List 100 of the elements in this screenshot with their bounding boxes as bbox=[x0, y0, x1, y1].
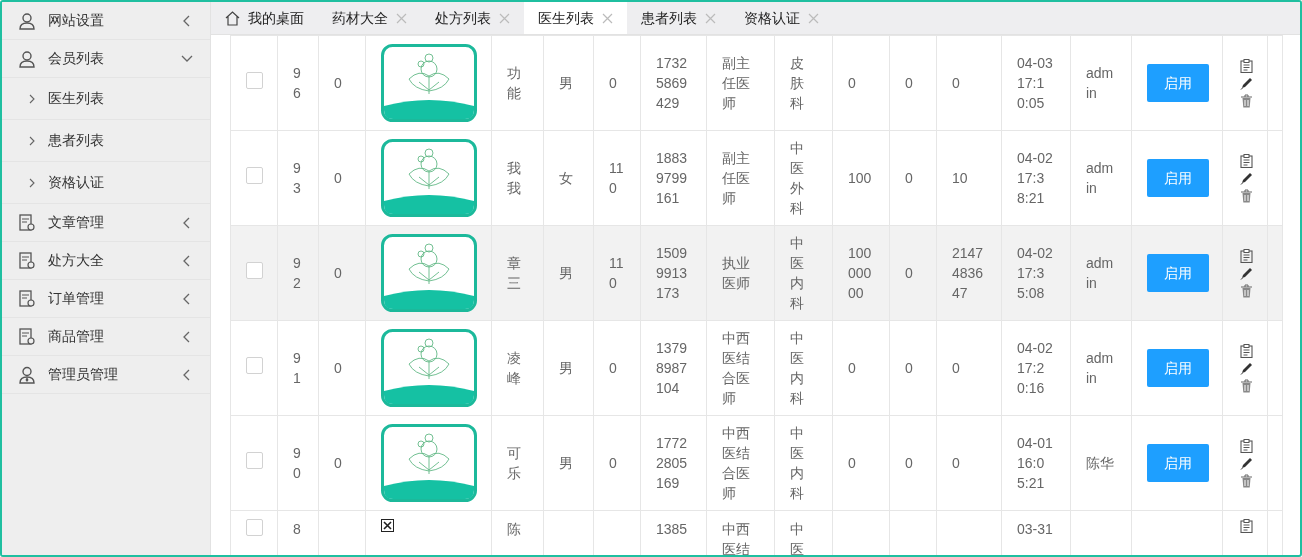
clipboard-icon[interactable] bbox=[1239, 58, 1253, 73]
table-cell: 陈华 bbox=[1086, 455, 1114, 471]
table-cell: 男 bbox=[559, 75, 573, 91]
table-cell: 凌峰 bbox=[507, 350, 521, 386]
tab[interactable]: 处方列表 bbox=[421, 2, 524, 34]
checkbox[interactable] bbox=[246, 167, 263, 184]
pencil-icon[interactable] bbox=[1239, 266, 1253, 280]
table-cell: admin bbox=[1086, 160, 1114, 196]
table-cell: 副主任医师 bbox=[722, 55, 750, 111]
table-cell: 17722805169 bbox=[656, 435, 688, 491]
sidebar-item[interactable]: 商品管理 bbox=[2, 318, 210, 356]
table-cell: 96 bbox=[293, 65, 301, 101]
table-cell: 0 bbox=[952, 360, 960, 376]
clipboard-icon[interactable] bbox=[1239, 248, 1253, 263]
checkbox[interactable] bbox=[246, 357, 263, 374]
table-cell: 04-02 17:20:16 bbox=[1017, 340, 1053, 396]
table-cell: 功能 bbox=[507, 65, 521, 101]
sidebar-item[interactable]: 文章管理 bbox=[2, 204, 210, 242]
table-cell: 0 bbox=[952, 455, 960, 471]
table-cell: 18839799161 bbox=[656, 150, 688, 206]
table-cell: 15099913173 bbox=[656, 245, 688, 301]
table-cell: 0 bbox=[334, 75, 342, 91]
table-cell: 0 bbox=[905, 75, 913, 91]
pencil-icon[interactable] bbox=[1239, 456, 1253, 470]
sidebar-item[interactable]: 订单管理 bbox=[2, 280, 210, 318]
document-icon bbox=[18, 251, 36, 270]
table-cell: admin bbox=[1086, 350, 1114, 386]
table-cell: 0 bbox=[334, 360, 342, 376]
table-cell: 0 bbox=[952, 75, 960, 91]
table-cell: 男 bbox=[559, 360, 573, 376]
table-cell: 可乐 bbox=[507, 445, 521, 481]
document-icon bbox=[18, 327, 36, 346]
table-cell: 0 bbox=[334, 265, 342, 281]
table-cell: 中医内科 bbox=[790, 330, 804, 406]
sidebar-item[interactable]: 网站设置 bbox=[2, 2, 210, 40]
pencil-icon[interactable] bbox=[1239, 361, 1253, 375]
admin-user-icon bbox=[18, 365, 36, 384]
sidebar-item[interactable]: 管理员管理 bbox=[2, 356, 210, 394]
table-cell: 0 bbox=[334, 455, 342, 471]
checkbox[interactable] bbox=[246, 72, 263, 89]
table-cell: 04-01 16:05:21 bbox=[1017, 435, 1053, 491]
sidebar-item[interactable]: 会员列表 bbox=[2, 40, 210, 78]
pencil-icon[interactable] bbox=[1239, 171, 1253, 185]
user-icon bbox=[18, 11, 36, 30]
table-cell: 04-02 17:35:08 bbox=[1017, 245, 1053, 301]
table-cell: 陈 bbox=[507, 521, 521, 537]
sidebar-item[interactable]: 处方大全 bbox=[2, 242, 210, 280]
sidebar-subitem[interactable]: 资格认证 bbox=[2, 162, 210, 204]
table-cell: 执业医师 bbox=[722, 255, 750, 291]
table-cell: 8 bbox=[293, 521, 301, 537]
table-cell: 副主任医师 bbox=[722, 150, 750, 206]
clipboard-icon[interactable] bbox=[1239, 153, 1253, 168]
tab[interactable]: 资格认证 bbox=[730, 2, 833, 34]
table-cell: 2147483647 bbox=[952, 245, 984, 301]
chevron-right-icon bbox=[28, 177, 36, 188]
clipboard-icon[interactable] bbox=[1239, 519, 1253, 533]
table-cell: 女 bbox=[559, 170, 573, 186]
table-cell: 章三 bbox=[507, 255, 521, 291]
table-cell: 110 bbox=[609, 160, 624, 196]
document-icon bbox=[18, 289, 36, 308]
table-cell: 0 bbox=[334, 170, 342, 186]
table-cell: 0 bbox=[848, 455, 856, 471]
table-cell: 1385 bbox=[656, 521, 688, 537]
tab[interactable]: 医生列表 bbox=[524, 2, 627, 34]
table-cell: 男 bbox=[559, 265, 573, 281]
pencil-icon[interactable] bbox=[1239, 76, 1253, 90]
clipboard-icon[interactable] bbox=[1239, 438, 1253, 453]
table-cell: 0 bbox=[609, 455, 617, 471]
document-icon bbox=[18, 213, 36, 232]
table-cell: admin bbox=[1086, 65, 1114, 101]
table-cell: 我我 bbox=[507, 160, 521, 196]
table-cell: 10 bbox=[952, 170, 968, 186]
table-cell: 04-03 17:10:05 bbox=[1017, 55, 1053, 111]
table-cell: 0 bbox=[905, 360, 913, 376]
table-cell: 13798987104 bbox=[656, 340, 688, 396]
sidebar-subitem[interactable]: 医生列表 bbox=[2, 78, 210, 120]
table-cell: 93 bbox=[293, 160, 301, 196]
table-cell: 100 bbox=[848, 170, 872, 186]
table-cell: 04-02 17:38:21 bbox=[1017, 150, 1053, 206]
close-icon[interactable] bbox=[602, 12, 613, 24]
table-cell: 110 bbox=[609, 255, 624, 291]
broken-image-icon bbox=[381, 519, 394, 532]
sidebar-subitem[interactable]: 患者列表 bbox=[2, 120, 210, 162]
chevron-right-icon bbox=[28, 93, 36, 104]
table-cell: 0 bbox=[905, 265, 913, 281]
table-cell: 0 bbox=[905, 455, 913, 471]
table-cell: 中西医结合医师 bbox=[722, 330, 750, 406]
checkbox[interactable] bbox=[246, 262, 263, 279]
checkbox[interactable] bbox=[246, 452, 263, 469]
table-cell: 中医内科 bbox=[790, 235, 804, 311]
checkbox[interactable] bbox=[246, 519, 263, 536]
tab[interactable]: 我的桌面 bbox=[211, 2, 318, 34]
tab[interactable]: 药材大全 bbox=[318, 2, 421, 34]
tab[interactable]: 患者列表 bbox=[627, 2, 730, 34]
table-cell: admin bbox=[1086, 255, 1114, 291]
table-cell: 0 bbox=[609, 360, 617, 376]
table-cell: 0 bbox=[848, 360, 856, 376]
table-cell: 10000000 bbox=[848, 245, 872, 301]
table-cell: 皮肤科 bbox=[790, 55, 804, 111]
clipboard-icon[interactable] bbox=[1239, 343, 1253, 358]
